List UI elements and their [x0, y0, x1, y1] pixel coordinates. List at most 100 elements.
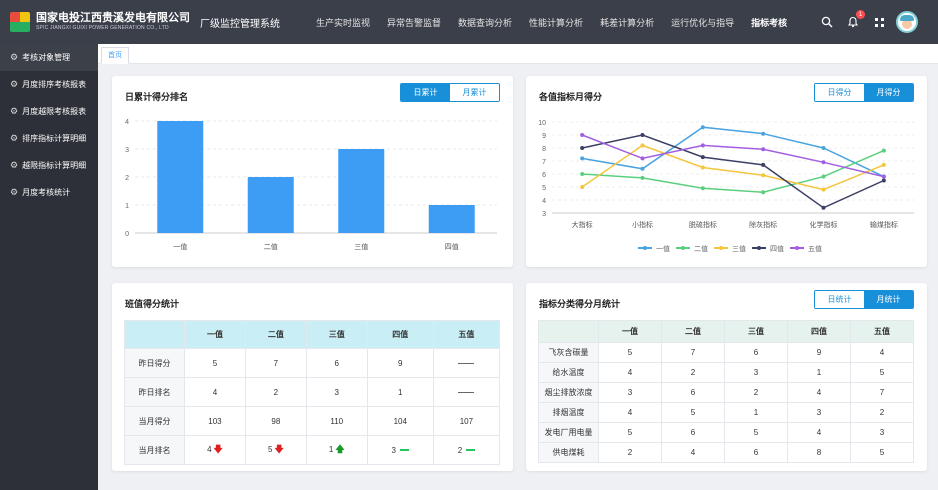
row-label: 当月排名 — [124, 435, 185, 465]
data-point — [640, 166, 645, 171]
sidebar-item-rank-detail[interactable]: ⚙ 排序指标计算明细 — [0, 125, 98, 152]
table-cell: 2 — [598, 442, 662, 463]
row-label: 昨日排名 — [124, 377, 185, 407]
table-cell: 9 — [787, 342, 851, 363]
data-point — [700, 125, 705, 130]
search-icon[interactable] — [818, 13, 836, 31]
column-header: 三值 — [724, 320, 788, 343]
x-tick-label: 二值 — [264, 242, 278, 251]
nav-item-performance[interactable]: 性能计算分析 — [529, 16, 583, 29]
y-tick-label: 7 — [542, 159, 546, 166]
row-label: 排烟温度 — [538, 402, 599, 423]
data-point — [821, 174, 826, 179]
avatar[interactable] — [896, 11, 918, 33]
sidebar-item-monthly-rank-report[interactable]: ⚙ 月度排序考核报表 — [0, 71, 98, 98]
table-row: 供电煤耗 2 4 6 8 5 — [538, 442, 914, 463]
table-cell: 7 — [661, 342, 725, 363]
legend-marker — [643, 246, 647, 250]
notification-badge: 1 — [856, 10, 865, 19]
data-point — [700, 186, 705, 191]
data-point — [580, 172, 585, 176]
company-logo-icon — [10, 12, 30, 32]
row-label: 当月得分 — [124, 406, 185, 436]
indicator-score-line-chart: 3 4 5 6 7 8 9 10 大指标 小指标 脱硫指标 除灰指标 化学指标 输煤指标一值 二值 三值 四值 五… — [538, 120, 914, 253]
nav-item-alarm[interactable]: 异常告警监督 — [387, 16, 441, 29]
top-nav: 生产实时监视 异常告警监督 数据查询分析 性能计算分析 耗差计算分析 运行优化与… — [316, 0, 804, 44]
table-cell: 1 — [787, 362, 851, 383]
table-cell: 5 — [850, 362, 914, 383]
sidebar-item-label: 月度越限考核报表 — [22, 107, 87, 116]
gear-icon: ⚙ — [10, 52, 19, 62]
data-point — [640, 156, 645, 161]
top-header: 国家电投江西贵溪发电有限公司 SPIC JIANGXI GUIXI POWER … — [0, 0, 938, 44]
column-header: 四值 — [787, 320, 851, 343]
toggle-monthly-stats[interactable]: 月统计 — [864, 291, 913, 308]
arrow-down-icon: 🡇 — [274, 444, 284, 454]
x-tick-label: 四值 — [445, 242, 459, 251]
column-header: 二值 — [661, 320, 725, 343]
data-point — [640, 133, 645, 137]
y-tick-label: 8 — [542, 146, 546, 153]
data-point — [640, 143, 645, 148]
bell-icon[interactable]: 1 — [844, 10, 865, 31]
table-corner — [538, 320, 599, 343]
table-cell: 98 — [244, 406, 307, 436]
rank-value: 1 — [328, 445, 334, 454]
row-label: 供电煤耗 — [538, 442, 599, 463]
tab-home[interactable]: 首页 — [101, 47, 129, 64]
rank-value: 5 — [268, 445, 273, 454]
table-cell: 5 — [724, 422, 788, 443]
column-header: 二值 — [244, 320, 307, 349]
gear-icon: ⚙ — [10, 106, 19, 116]
flat-dash-icon — [400, 449, 409, 452]
sidebar-item-monthly-stats[interactable]: ⚙ 月度考核统计 — [0, 179, 98, 206]
data-point — [761, 162, 766, 167]
nav-item-realtime[interactable]: 生产实时监视 — [316, 16, 370, 29]
data-point — [881, 148, 886, 153]
nav-item-optimization[interactable]: 运行优化与指导 — [671, 16, 734, 29]
sidebar-item-assessment-object[interactable]: ⚙ 考核对象管理 — [0, 44, 98, 71]
legend-marker — [681, 246, 685, 250]
y-tick-label: 1 — [125, 203, 129, 210]
column-header: 五值 — [850, 320, 914, 343]
x-tick-label: 三值 — [354, 242, 368, 251]
table-cell: 5 — [850, 442, 914, 463]
fullscreen-icon[interactable] — [870, 13, 888, 31]
nav-item-assessment[interactable]: 指标考核 — [751, 16, 787, 29]
legend-label: 二值 — [694, 244, 708, 253]
column-header: 四值 — [366, 320, 434, 349]
row-label: 烟尘排放浓度 — [538, 382, 599, 403]
company-name-en: SPIC JIANGXI GUIXI POWER GENERATION CO.,… — [36, 25, 169, 31]
table-cell: 4 — [787, 382, 851, 403]
data-point — [761, 147, 766, 152]
legend-marker — [719, 246, 723, 250]
nav-item-consumption[interactable]: 耗差计算分析 — [600, 16, 654, 29]
gear-icon: ⚙ — [10, 160, 19, 170]
table-cell: 4 — [661, 442, 725, 463]
rank-value: 3 — [391, 445, 396, 455]
sidebar-item-limit-detail[interactable]: ⚙ 越限指标计算明细 — [0, 152, 98, 179]
empty-dash — [458, 362, 475, 364]
shift-stats-title: 班值得分统计 — [125, 299, 180, 309]
category-stats-card: 指标分类得分月统计 日统计 月统计 一值 二值 三值 四值 五值 飞灰含碳量 5… — [526, 283, 927, 471]
table-cell-empty — [432, 348, 501, 378]
rank-value: 2 — [457, 445, 463, 455]
data-point — [580, 133, 585, 137]
x-tick-label: 除灰指标 — [749, 220, 777, 229]
table-cell: 3 — [787, 402, 851, 423]
table-row: 飞灰含碳量 5 7 6 9 4 — [538, 342, 914, 363]
shift-stats-table: 一值 二值 三值 四值 五值 昨日得分 5 7 6 9 昨日排名 4 2 3 1… — [124, 320, 501, 465]
table-header-row: 一值 二值 三值 四值 五值 — [124, 320, 501, 349]
table-cell: 5 — [661, 402, 725, 423]
y-tick-label: 6 — [542, 172, 546, 179]
column-header: 五值 — [432, 320, 501, 349]
nav-item-query[interactable]: 数据查询分析 — [458, 16, 512, 29]
table-cell: 2 — [724, 382, 788, 403]
sidebar-item-monthly-limit-report[interactable]: ⚙ 月度越限考核报表 — [0, 98, 98, 125]
x-tick-label: 输煤指标 — [870, 220, 898, 229]
table-cell: 6 — [661, 382, 725, 403]
table-cell: 1 — [366, 377, 434, 407]
table-cell: 4 — [184, 377, 246, 407]
table-cell: 6 — [305, 348, 368, 378]
toggle-daily-stats[interactable]: 日统计 — [815, 291, 864, 308]
